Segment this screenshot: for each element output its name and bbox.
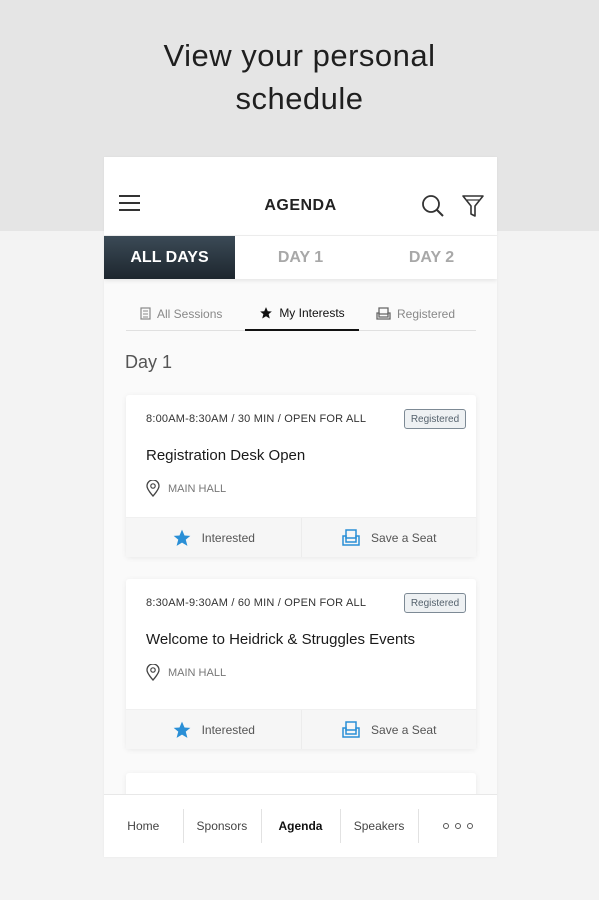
nav-home[interactable]: Home [104,795,183,857]
star-icon [260,307,273,319]
subtab-registered-label: Registered [397,306,456,321]
session-location-label: MAIN HALL [168,666,227,679]
session-card[interactable]: 8:30AM-9:30AM / 60 MIN / OPEN FOR ALL Re… [126,579,476,749]
promo-headline-line-2: schedule [235,81,364,116]
tab-all-days[interactable]: ALL DAYS [104,236,235,279]
interested-label: Interested [201,530,255,545]
subtab-my-interests[interactable]: My Interests [245,297,359,331]
subtab-all-sessions-label: All Sessions [157,306,223,321]
promo-headline-line-1: View your personal [163,38,436,73]
promo-headline: View your personal schedule [0,34,599,120]
app-bar: AGENDA [104,157,497,236]
subtab-registered[interactable]: Registered [376,297,455,330]
nav-sponsors[interactable]: Sponsors [182,795,262,857]
nav-agenda[interactable]: Agenda [261,795,340,857]
location-pin-icon [146,480,160,497]
save-seat-label: Save a Seat [371,722,437,737]
location-pin-icon [146,664,160,681]
filter-icon[interactable] [461,193,485,219]
session-time: 8:00AM-8:30AM / 30 MIN / OPEN FOR ALL [146,413,367,425]
session-title: Welcome to Heidrick & Struggles Events [146,631,415,648]
subtab-all-sessions[interactable]: All Sessions [140,297,222,330]
interested-button[interactable]: Interested [126,518,301,557]
save-seat-button[interactable]: Save a Seat [300,710,477,749]
seat-icon [342,720,360,738]
save-seat-label: Save a Seat [371,530,437,545]
calendar-icon [140,307,151,320]
nav-speakers[interactable]: Speakers [339,795,419,857]
session-location-label: MAIN HALL [168,482,227,495]
day-tabs: ALL DAYS DAY 1 DAY 2 [104,236,497,279]
status-badge: Registered [404,409,466,429]
star-icon [173,529,190,546]
session-filter-tabs: All Sessions My Interests Registered [126,297,476,331]
session-time: 8:30AM-9:30AM / 60 MIN / OPEN FOR ALL [146,597,367,609]
session-actions: Interested Save a Seat [126,709,476,749]
session-card[interactable]: 8:00AM-8:30AM / 30 MIN / OPEN FOR ALL Re… [126,395,476,557]
interested-button[interactable]: Interested [126,710,301,749]
subtab-my-interests-label: My Interests [279,306,345,320]
app-screen: AGENDA ALL DAYS DAY 1 DAY 2 All Sessions [104,157,497,857]
star-icon [173,721,190,738]
bottom-navigation: Home Sponsors Agenda Speakers [104,794,497,857]
session-actions: Interested Save a Seat [126,517,476,557]
seat-icon [376,307,391,320]
session-title: Registration Desk Open [146,447,306,464]
day-heading: Day 1 [125,352,173,372]
status-badge: Registered [404,593,466,613]
search-icon[interactable] [420,193,446,219]
tab-day-1[interactable]: DAY 1 [235,236,366,279]
session-location: MAIN HALL [146,664,226,681]
more-icon[interactable] [418,795,497,857]
tab-day-2[interactable]: DAY 2 [366,236,497,279]
seat-icon [342,528,360,546]
session-location: MAIN HALL [146,480,226,497]
interested-label: Interested [201,722,255,737]
save-seat-button[interactable]: Save a Seat [300,518,477,557]
